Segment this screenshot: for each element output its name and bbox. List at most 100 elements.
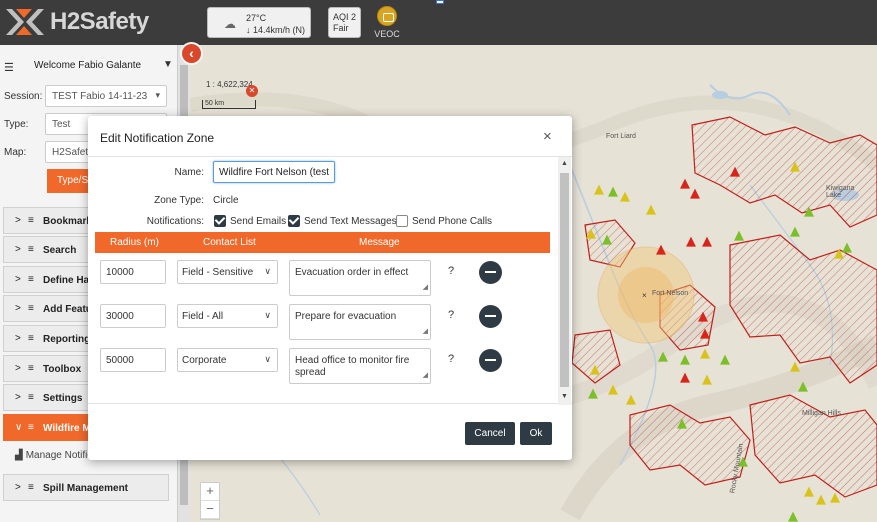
- remove-row-button[interactable]: [479, 349, 502, 372]
- chevron-right-icon: >: [15, 274, 21, 285]
- remove-row-button[interactable]: [479, 261, 502, 284]
- svg-text:▲: ▲: [734, 228, 744, 243]
- svg-text:▲: ▲: [686, 234, 696, 249]
- name-label: Name:: [174, 167, 204, 178]
- collapse-sidebar-button[interactable]: ‹: [180, 42, 203, 65]
- radius-input[interactable]: 10000: [100, 260, 166, 284]
- contact-list-select[interactable]: Field - Sensitive ∨: [177, 260, 278, 284]
- resize-grip-icon[interactable]: ◢: [423, 326, 428, 338]
- send-emails-checkbox[interactable]: [214, 215, 226, 227]
- chevron-right-icon: >: [15, 333, 21, 344]
- map-value: H2Safety: [52, 147, 94, 158]
- svg-text:▲: ▲: [680, 176, 690, 191]
- map-label-kiwigana-lake: Kiwigana Lake: [826, 185, 855, 199]
- weather-widget[interactable]: ☁ 27°C ↓ 14.4km/h (N): [207, 7, 311, 38]
- chevron-down-icon[interactable]: ▼: [163, 59, 173, 70]
- svg-text:▲: ▲: [730, 164, 740, 179]
- message-textarea[interactable]: Evacuation order in effect ◢: [289, 260, 431, 296]
- sidebar-item-spill-management[interactable]: > ≡ Spill Management: [3, 474, 169, 501]
- send-phone-calls-checkbox[interactable]: [396, 215, 408, 227]
- zone-name-input[interactable]: Wildfire Fort Nelson (test: [213, 161, 335, 183]
- svg-text:▲: ▲: [626, 392, 636, 407]
- help-icon[interactable]: ?: [448, 265, 454, 277]
- svg-text:▲: ▲: [620, 189, 630, 204]
- chevron-down-icon: ▾: [155, 90, 160, 100]
- scroll-down-icon[interactable]: ▼: [561, 393, 568, 400]
- resize-grip-icon[interactable]: ◢: [423, 370, 428, 382]
- radius-input[interactable]: 30000: [100, 304, 166, 328]
- contact-list-value: Field - All: [182, 311, 224, 322]
- contact-list-select[interactable]: Field - All ∨: [177, 304, 278, 328]
- send-text-messages-checkbox[interactable]: [288, 215, 300, 227]
- contact-list-value: Field - Sensitive: [182, 267, 254, 278]
- zoom-in-button[interactable]: +: [201, 483, 219, 501]
- help-icon[interactable]: ?: [448, 309, 454, 321]
- chevron-right-icon: >: [15, 482, 21, 493]
- svg-text:▲: ▲: [588, 386, 598, 401]
- cancel-button[interactable]: Cancel: [465, 422, 515, 445]
- radius-input[interactable]: 50000: [100, 348, 166, 372]
- contact-list-value: Corporate: [182, 355, 227, 366]
- zone-type-label: Zone Type:: [154, 195, 204, 206]
- chevron-right-icon: >: [15, 215, 21, 226]
- chevron-right-icon: >: [15, 363, 21, 374]
- list-icon: ≡: [28, 482, 34, 493]
- type-value: Test: [52, 119, 71, 130]
- welcome-text: Welcome Fabio Galante: [34, 60, 142, 71]
- chevron-down-icon: ∨: [264, 266, 271, 276]
- sidebar-item-label: Toolbox: [43, 364, 82, 375]
- svg-text:▲: ▲: [834, 246, 844, 261]
- sidebar-item-label: Define Haz: [43, 275, 95, 286]
- session-select[interactable]: TEST Fabio 14-11-23 ▾: [45, 85, 167, 107]
- send-emails-label: Send Emails: [230, 216, 287, 227]
- veoc-button[interactable]: VEOC: [370, 6, 404, 39]
- top-bar: H2Safety ☁ 27°C ↓ 14.4km/h (N) AQI 2 Fai…: [0, 0, 877, 45]
- column-header-contact-list: Contact List: [203, 237, 256, 248]
- zoom-out-button[interactable]: −: [201, 501, 219, 519]
- help-icon[interactable]: ?: [448, 353, 454, 365]
- dialog-scrollbar[interactable]: ▲ ▼: [558, 157, 571, 405]
- map-label-milligan-hills: Milligan Hills: [802, 410, 841, 417]
- chart-icon: ▟: [15, 450, 23, 461]
- zone-type-value: Circle: [213, 195, 239, 206]
- svg-text:▲: ▲: [586, 226, 596, 241]
- svg-text:▲: ▲: [590, 362, 600, 377]
- close-icon[interactable]: ×: [543, 128, 552, 145]
- svg-text:▲: ▲: [788, 509, 798, 522]
- resize-grip-icon[interactable]: ◢: [423, 282, 428, 294]
- svg-text:▲: ▲: [830, 490, 840, 505]
- close-scale-icon[interactable]: ✕: [246, 85, 258, 97]
- remove-row-button[interactable]: [479, 305, 502, 328]
- welcome-row[interactable]: ☰ Welcome Fabio Galante ▼: [0, 59, 178, 75]
- ok-button[interactable]: Ok: [520, 422, 552, 445]
- list-icon: ≡: [28, 422, 34, 433]
- chevron-right-icon: >: [15, 244, 21, 255]
- message-text: Head office to monitor fire spread: [295, 355, 410, 378]
- aqi-label: AQI 2: [333, 12, 357, 22]
- map-label-fort-nelson: Fort Nelson: [652, 290, 689, 297]
- svg-text:▲: ▲: [816, 492, 826, 507]
- sidebar-item-label: Add Featu: [43, 304, 92, 315]
- menu-icon[interactable]: ☰: [4, 61, 14, 74]
- message-textarea[interactable]: Prepare for evacuation ◢: [289, 304, 431, 340]
- contact-list-select[interactable]: Corporate ∨: [177, 348, 278, 372]
- logo[interactable]: H2Safety: [4, 6, 149, 38]
- veoc-label: VEOC: [374, 29, 400, 39]
- svg-text:▲: ▲: [790, 359, 800, 374]
- sidebar-item-label: Reporting: [43, 334, 91, 345]
- column-header-radius: Radius (m): [110, 237, 159, 248]
- zoom-control: + −: [200, 482, 220, 520]
- cloud-icon: ☁: [224, 17, 236, 31]
- svg-text:▲: ▲: [594, 182, 604, 197]
- scroll-up-icon[interactable]: ▲: [561, 160, 568, 167]
- svg-text:▲: ▲: [658, 349, 668, 364]
- scrollbar-thumb[interactable]: [560, 173, 569, 387]
- message-textarea[interactable]: Head office to monitor fire spread ◢: [289, 348, 431, 384]
- svg-text:▲: ▲: [790, 224, 800, 239]
- svg-text:▲: ▲: [720, 352, 730, 367]
- aqi-widget[interactable]: AQI 2 Fair: [328, 7, 361, 38]
- wind-speed: ↓ 14.4km/h (N): [246, 25, 305, 35]
- send-phone-calls-label: Send Phone Calls: [412, 216, 493, 227]
- svg-text:▲: ▲: [602, 232, 612, 247]
- notifications-label: Notifications:: [146, 216, 204, 227]
